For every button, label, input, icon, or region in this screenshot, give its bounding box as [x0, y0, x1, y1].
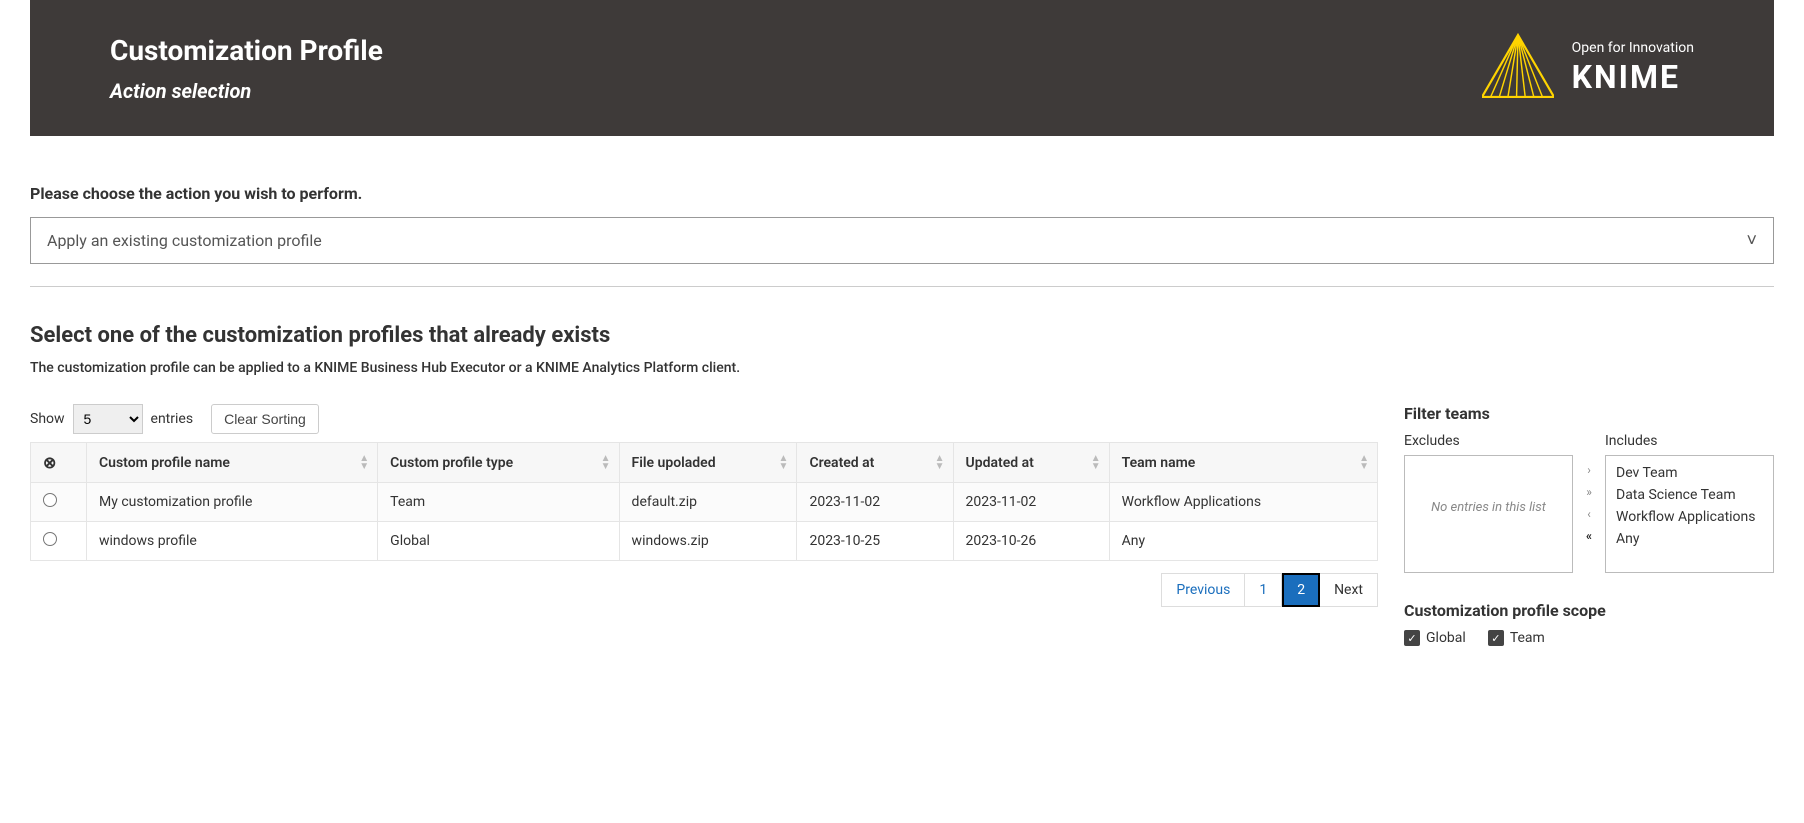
- sort-icon: ▲▼: [779, 455, 789, 471]
- action-prompt-label: Please choose the action you wish to per…: [30, 184, 1774, 203]
- scope-global[interactable]: ✓ Global: [1404, 630, 1466, 646]
- list-item[interactable]: Workflow Applications: [1614, 506, 1765, 528]
- checkbox-checked-icon: ✓: [1404, 630, 1420, 646]
- page-title: Customization Profile: [110, 34, 383, 67]
- sort-icon: ▲▼: [935, 455, 945, 471]
- scope-team[interactable]: ✓ Team: [1488, 630, 1545, 646]
- col-profile-name[interactable]: Custom profile name▲▼: [87, 443, 378, 483]
- cell-created: 2023-10-25: [797, 522, 953, 561]
- action-select-value: Apply an existing customization profile: [47, 231, 322, 250]
- cell-updated: 2023-11-02: [953, 483, 1109, 522]
- sort-icon: ▲▼: [601, 455, 611, 471]
- show-label: Show: [30, 411, 65, 427]
- move-all-right-icon[interactable]: »: [1579, 483, 1599, 501]
- excludes-empty-text: No entries in this list: [1413, 462, 1564, 515]
- header-bar: Customization Profile Action selection O…: [30, 0, 1774, 136]
- entries-label: entries: [151, 411, 194, 427]
- scope-global-label: Global: [1426, 630, 1466, 646]
- cell-team: Workflow Applications: [1109, 483, 1377, 522]
- cell-updated: 2023-10-26: [953, 522, 1109, 561]
- cell-name: My customization profile: [87, 483, 378, 522]
- move-left-icon[interactable]: ‹: [1579, 505, 1599, 523]
- profiles-table: ⊗ Custom profile name▲▼ Custom profile t…: [30, 442, 1378, 561]
- includes-list[interactable]: Dev Team Data Science Team Workflow Appl…: [1605, 455, 1774, 573]
- sort-icon: ▲▼: [1091, 455, 1101, 471]
- table-controls: Show 5 entries Clear Sorting: [30, 404, 1378, 434]
- filter-teams-title: Filter teams: [1404, 404, 1774, 423]
- scope-team-label: Team: [1510, 630, 1545, 646]
- pager-page-2[interactable]: 2: [1282, 573, 1320, 607]
- scope-title: Customization profile scope: [1404, 601, 1774, 620]
- crosshair-icon: ⊗: [43, 453, 56, 472]
- brand-text: Open for Innovation KNIME: [1572, 40, 1694, 96]
- cell-file: windows.zip: [619, 522, 797, 561]
- pager-page-1[interactable]: 1: [1245, 573, 1282, 607]
- row-select-radio[interactable]: [43, 493, 57, 507]
- excludes-list[interactable]: No entries in this list: [1404, 455, 1573, 573]
- header-left: Customization Profile Action selection: [110, 34, 383, 103]
- brand: Open for Innovation KNIME: [1482, 30, 1694, 106]
- cell-team: Any: [1109, 522, 1377, 561]
- select-column-header: ⊗: [31, 443, 87, 483]
- move-right-icon[interactable]: ›: [1579, 461, 1599, 479]
- list-item[interactable]: Data Science Team: [1614, 484, 1765, 506]
- divider: [30, 286, 1774, 287]
- brand-tagline: Open for Innovation: [1572, 40, 1694, 56]
- checkbox-checked-icon: ✓: [1488, 630, 1504, 646]
- table-row[interactable]: My customization profile Team default.zi…: [31, 483, 1378, 522]
- col-created-at[interactable]: Created at▲▼: [797, 443, 953, 483]
- col-updated-at[interactable]: Updated at▲▼: [953, 443, 1109, 483]
- chevron-down-icon: ˅: [1746, 230, 1757, 251]
- section-title: Select one of the customization profiles…: [30, 323, 1774, 348]
- list-item[interactable]: Dev Team: [1614, 462, 1765, 484]
- col-team-name[interactable]: Team name▲▼: [1109, 443, 1377, 483]
- pager-next[interactable]: Next: [1320, 573, 1378, 607]
- pagination: Previous 1 2 Next: [30, 573, 1378, 607]
- page-subtitle: Action selection: [110, 79, 383, 103]
- row-select-radio[interactable]: [43, 532, 57, 546]
- pager-previous[interactable]: Previous: [1161, 573, 1245, 607]
- sort-icon: ▲▼: [359, 455, 369, 471]
- excludes-label: Excludes: [1404, 433, 1573, 449]
- cell-type: Global: [378, 522, 619, 561]
- sort-icon: ▲▼: [1359, 455, 1369, 471]
- move-all-left-icon[interactable]: «: [1579, 527, 1599, 545]
- cell-name: windows profile: [87, 522, 378, 561]
- knime-logo-icon: [1482, 30, 1554, 106]
- page-size-select[interactable]: 5: [73, 404, 143, 434]
- section-desc: The customization profile can be applied…: [30, 360, 1774, 376]
- cell-type: Team: [378, 483, 619, 522]
- action-select[interactable]: Apply an existing customization profile …: [30, 217, 1774, 264]
- col-file-uploaded[interactable]: File upoladed▲▼: [619, 443, 797, 483]
- list-item[interactable]: Any: [1614, 528, 1765, 550]
- brand-name: KNIME: [1572, 58, 1694, 96]
- includes-label: Includes: [1605, 433, 1774, 449]
- table-row[interactable]: windows profile Global windows.zip 2023-…: [31, 522, 1378, 561]
- cell-created: 2023-11-02: [797, 483, 953, 522]
- transfer-controls: › » ‹ «: [1579, 433, 1599, 573]
- col-profile-type[interactable]: Custom profile type▲▼: [378, 443, 619, 483]
- cell-file: default.zip: [619, 483, 797, 522]
- clear-sorting-button[interactable]: Clear Sorting: [211, 404, 319, 434]
